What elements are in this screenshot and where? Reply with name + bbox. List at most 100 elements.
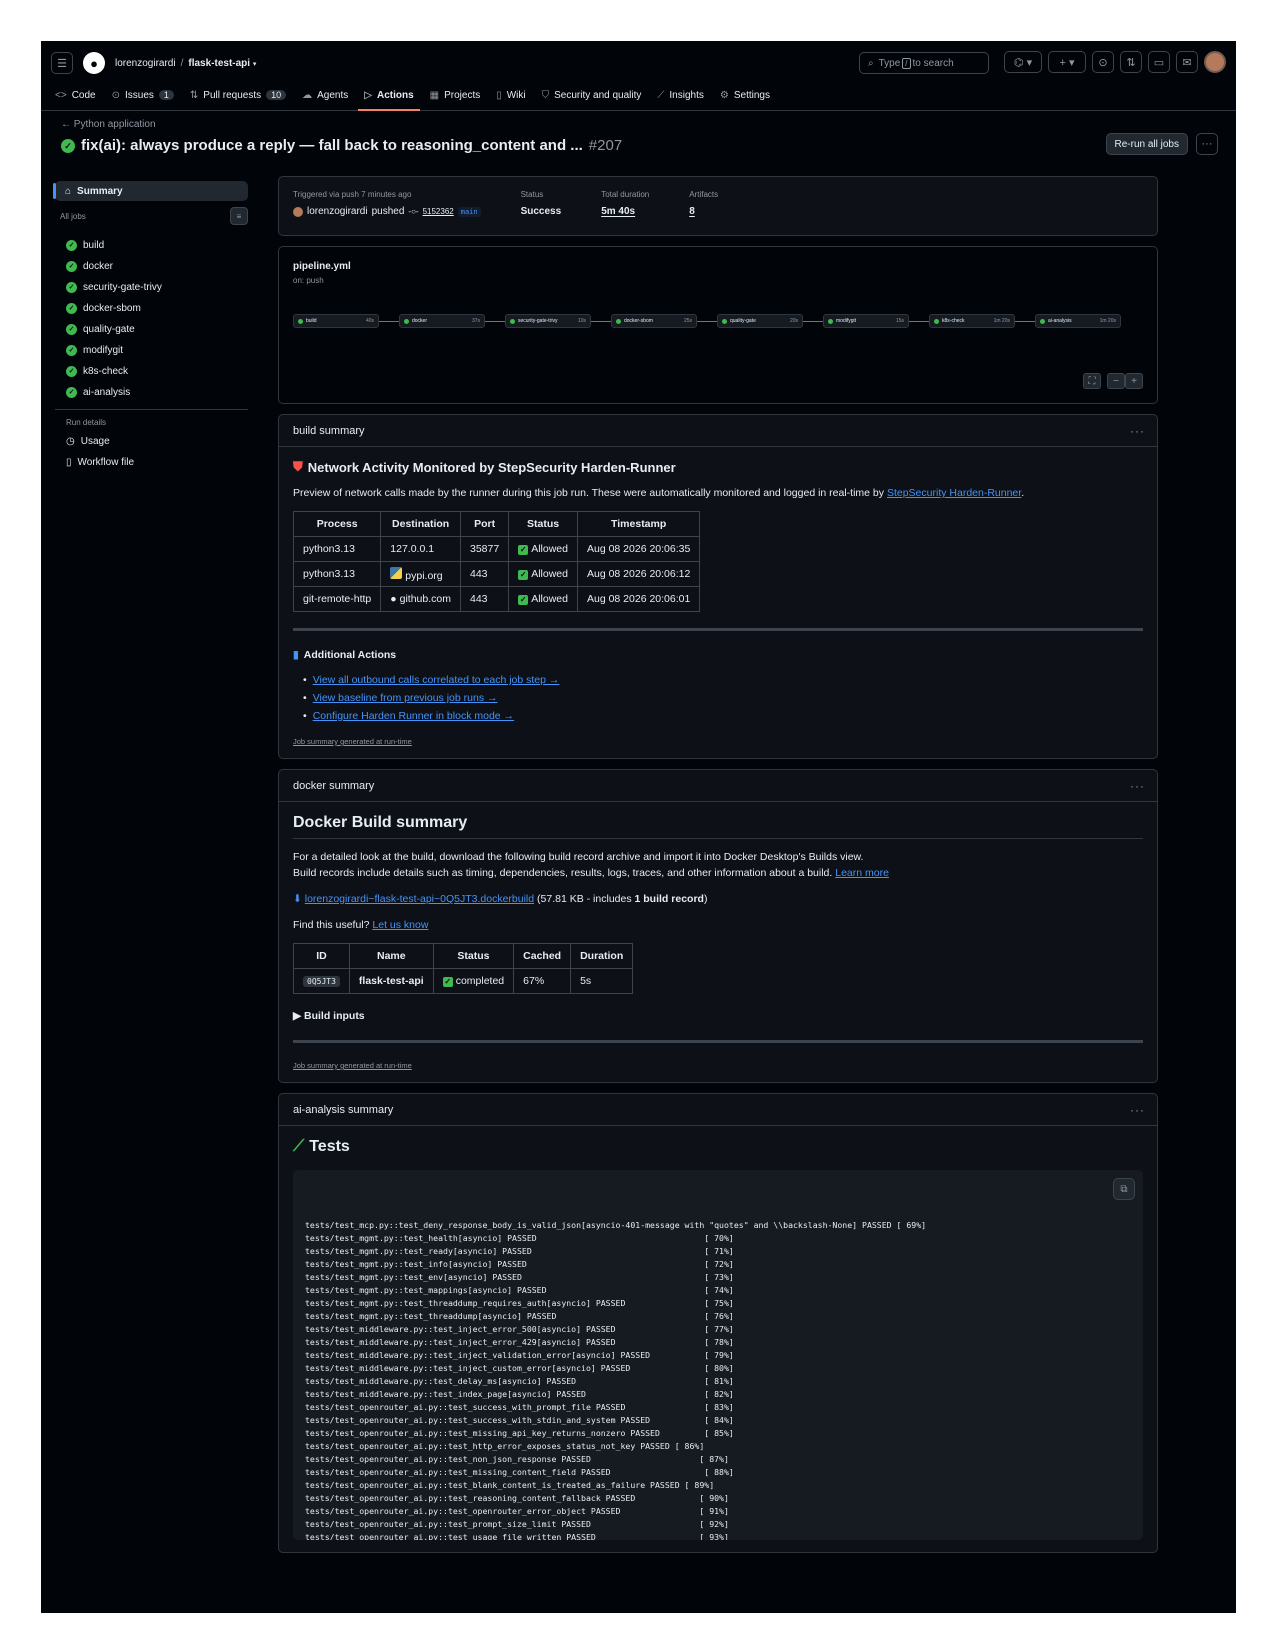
actor-link[interactable]: lorenzogirardi (307, 206, 368, 217)
browser-window: ☰ ● lorenzogirardi / flask-test-api ▾ ⌕ Ty… (41, 41, 1236, 1613)
table-row: python3.13 127.0.0.1 35877 ✓ Allowed Aug 08 2… (292, 536, 701, 562)
graph-job-node[interactable]: docker 37s (399, 314, 485, 328)
success-check-icon: ✓ (66, 387, 77, 398)
test-output-line: tests/test_middleware.py::test_inject_er… (305, 1337, 734, 1347)
copilot-icon[interactable]: ⌬ ▾ (1004, 51, 1042, 73)
zoom-out-button[interactable]: − (1107, 373, 1125, 389)
build-inputs-toggle[interactable]: ▶ Build inputs (293, 1008, 1143, 1024)
back-link[interactable]: ← Python application (61, 119, 1218, 130)
run-details-label: Run details (66, 418, 107, 427)
artifacts-link[interactable]: 8 (689, 206, 695, 217)
success-check-icon (722, 318, 727, 324)
tab-actions[interactable]: ▷ Actions (358, 84, 421, 111)
pull-requests-icon[interactable]: ⇅ (1120, 51, 1142, 73)
test-output-line: tests/test_mgmt.py::test_info[asyncio] P… (305, 1259, 734, 1269)
archive-link[interactable]: lorenzogirardi~flask-test-api~0Q5JT3.doc… (305, 893, 534, 905)
all-jobs-label: All jobs (60, 211, 86, 221)
sidebar-item-job[interactable]: ✓ docker (55, 256, 248, 277)
graph-edge (379, 321, 399, 322)
graph-edge (697, 321, 717, 322)
kebab-menu-icon[interactable]: ··· (1130, 779, 1145, 793)
sidebar-item-job[interactable]: ✓ quality-gate (55, 319, 248, 340)
table-row: 0Q5JT3 flask-test-api ✓ completed 67% 5s (293, 968, 634, 994)
check-icon: ✓ (518, 570, 529, 580)
test-output-line: tests/test_openrouter_ai.py::test_prompt… (305, 1519, 729, 1529)
success-check-icon (616, 318, 621, 324)
graph-job-node[interactable]: ai-analysis 1m 20s (1035, 314, 1121, 328)
let-us-know-link[interactable]: Let us know (372, 919, 428, 931)
tab-pull-requests[interactable]: ⇅ Pull requests 10 (190, 84, 287, 106)
sidebar-item-job[interactable]: ✓ modifygit (55, 340, 248, 361)
create-new-icon[interactable]: + ▾ (1048, 51, 1086, 73)
test-output-line: tests/test_mgmt.py::test_env[asyncio] PA… (305, 1272, 734, 1282)
check-icon: ✓ (518, 545, 529, 555)
additional-action-link[interactable]: View baseline from previous job runs → (313, 692, 498, 704)
sidebar-item-job[interactable]: ✓ security-gate-trivy (55, 277, 248, 298)
tab-wiki[interactable]: ▯ Wiki (496, 84, 525, 106)
sidebar-item-workflow-file[interactable]: ▯ Workflow file (55, 452, 248, 473)
graph-job-node[interactable]: security-gate-trivy 10s (505, 314, 591, 328)
table-icon: ▦ (429, 89, 440, 101)
success-check-icon: ✓ (66, 282, 77, 293)
python-logo-icon (390, 566, 403, 579)
harden-runner-link[interactable]: StepSecurity Harden-Runner (887, 487, 1021, 499)
test-output-line: tests/test_openrouter_ai.py::test_succes… (305, 1402, 734, 1412)
graph-job-node[interactable]: quality-gate 20s (717, 314, 803, 328)
duration-link[interactable]: 5m 40s (601, 206, 635, 217)
additional-action-link[interactable]: View all outbound calls correlated to ea… (313, 674, 560, 686)
commit-sha-link[interactable]: 5152362 (423, 207, 454, 216)
graph-job-node[interactable]: docker-sbom 25s (611, 314, 697, 328)
more-options-icon[interactable]: ··· (1196, 133, 1218, 155)
test-output-line: tests/test_middleware.py::test_index_pag… (305, 1389, 734, 1399)
status-value: Success (520, 206, 562, 217)
issues-icon[interactable]: ⊙ (1092, 51, 1114, 73)
copy-icon[interactable]: ⧉ (1113, 1178, 1135, 1200)
list-item: View baseline from previous job runs → (303, 689, 1143, 707)
sidebar-item-job[interactable]: ✓ k8s-check (55, 361, 248, 382)
workflow-file-name: pipeline.yml (293, 261, 351, 272)
branch-badge[interactable]: main (457, 206, 481, 217)
chevron-down-icon[interactable]: ▾ (253, 61, 257, 68)
graph-job-node[interactable]: k8s-check 1m 20s (929, 314, 1015, 328)
fullscreen-icon[interactable]: ⛶ (1083, 373, 1101, 389)
test-tube-icon: ⟋ (293, 1138, 305, 1155)
inbox-icon[interactable]: ✉ (1176, 51, 1198, 73)
sidebar-item-summary[interactable]: ⌂ Summary (53, 181, 248, 201)
repo-tabs: <> Code ⊙ Issues 1 ⇅ Pull requests 10 ☁ Agents ▷ Ac… (55, 84, 770, 111)
sidebar-item-job[interactable]: ✓ build (55, 235, 248, 256)
repo-link[interactable]: flask-test-api (188, 58, 250, 69)
kebab-menu-icon[interactable]: ··· (1130, 424, 1145, 438)
intro-text: Preview of network calls made by the run… (293, 487, 1025, 499)
additional-action-link[interactable]: Configure Harden Runner in block mode → (313, 710, 514, 722)
commit-icon: -○- (408, 207, 419, 216)
avatar[interactable] (1204, 51, 1226, 73)
discussions-icon[interactable]: ▭ (1148, 51, 1170, 73)
github-logo-icon[interactable]: ● (83, 52, 105, 74)
hamburger-menu-icon[interactable]: ☰ (51, 52, 73, 74)
tab-code[interactable]: <> Code (55, 84, 96, 106)
shield-icon: ⛉ (541, 89, 550, 101)
table-row: python3.13 pypi.org 443 ✓ Allowed Aug 08 2026… (292, 561, 701, 587)
tab-issues[interactable]: ⊙ Issues 1 (112, 84, 174, 106)
tab-settings[interactable]: ⚙ Settings (720, 84, 770, 106)
learn-more-link[interactable]: Learn more (835, 867, 889, 879)
tab-projects[interactable]: ▦ Projects (430, 84, 481, 106)
tab-agents[interactable]: ☁ Agents (302, 84, 348, 106)
graph-job-node[interactable]: build 40s (293, 314, 379, 328)
card-title: ai-analysis summary (293, 1103, 394, 1116)
sidebar-item-usage[interactable]: ◷ Usage (55, 431, 248, 452)
search-input[interactable]: ⌕ Type / to search (859, 52, 989, 74)
sidebar-item-job[interactable]: ✓ ai-analysis (55, 382, 248, 403)
rerun-all-jobs-button[interactable]: Re-run all jobs (1105, 133, 1188, 155)
graph-job-node[interactable]: modifygit 15s (823, 314, 909, 328)
ai-analysis-summary-card: ai-analysis summary ··· ⟋ Tests ⧉ tests/t… (278, 1093, 1158, 1553)
sidebar-item-job[interactable]: ✓ docker-sbom (55, 298, 248, 319)
tab-insights[interactable]: ⟋ Insights (657, 84, 703, 106)
column-header: Status (508, 511, 578, 537)
owner-link[interactable]: lorenzogirardi (115, 58, 176, 69)
stopwatch-icon: ◷ (66, 436, 75, 447)
zoom-in-button[interactable]: + (1125, 373, 1143, 389)
kebab-menu-icon[interactable]: ··· (1130, 1103, 1145, 1117)
filter-icon[interactable]: ≡ (230, 207, 248, 225)
tab-security-and-quality[interactable]: ⛉ Security and quality (542, 84, 642, 106)
